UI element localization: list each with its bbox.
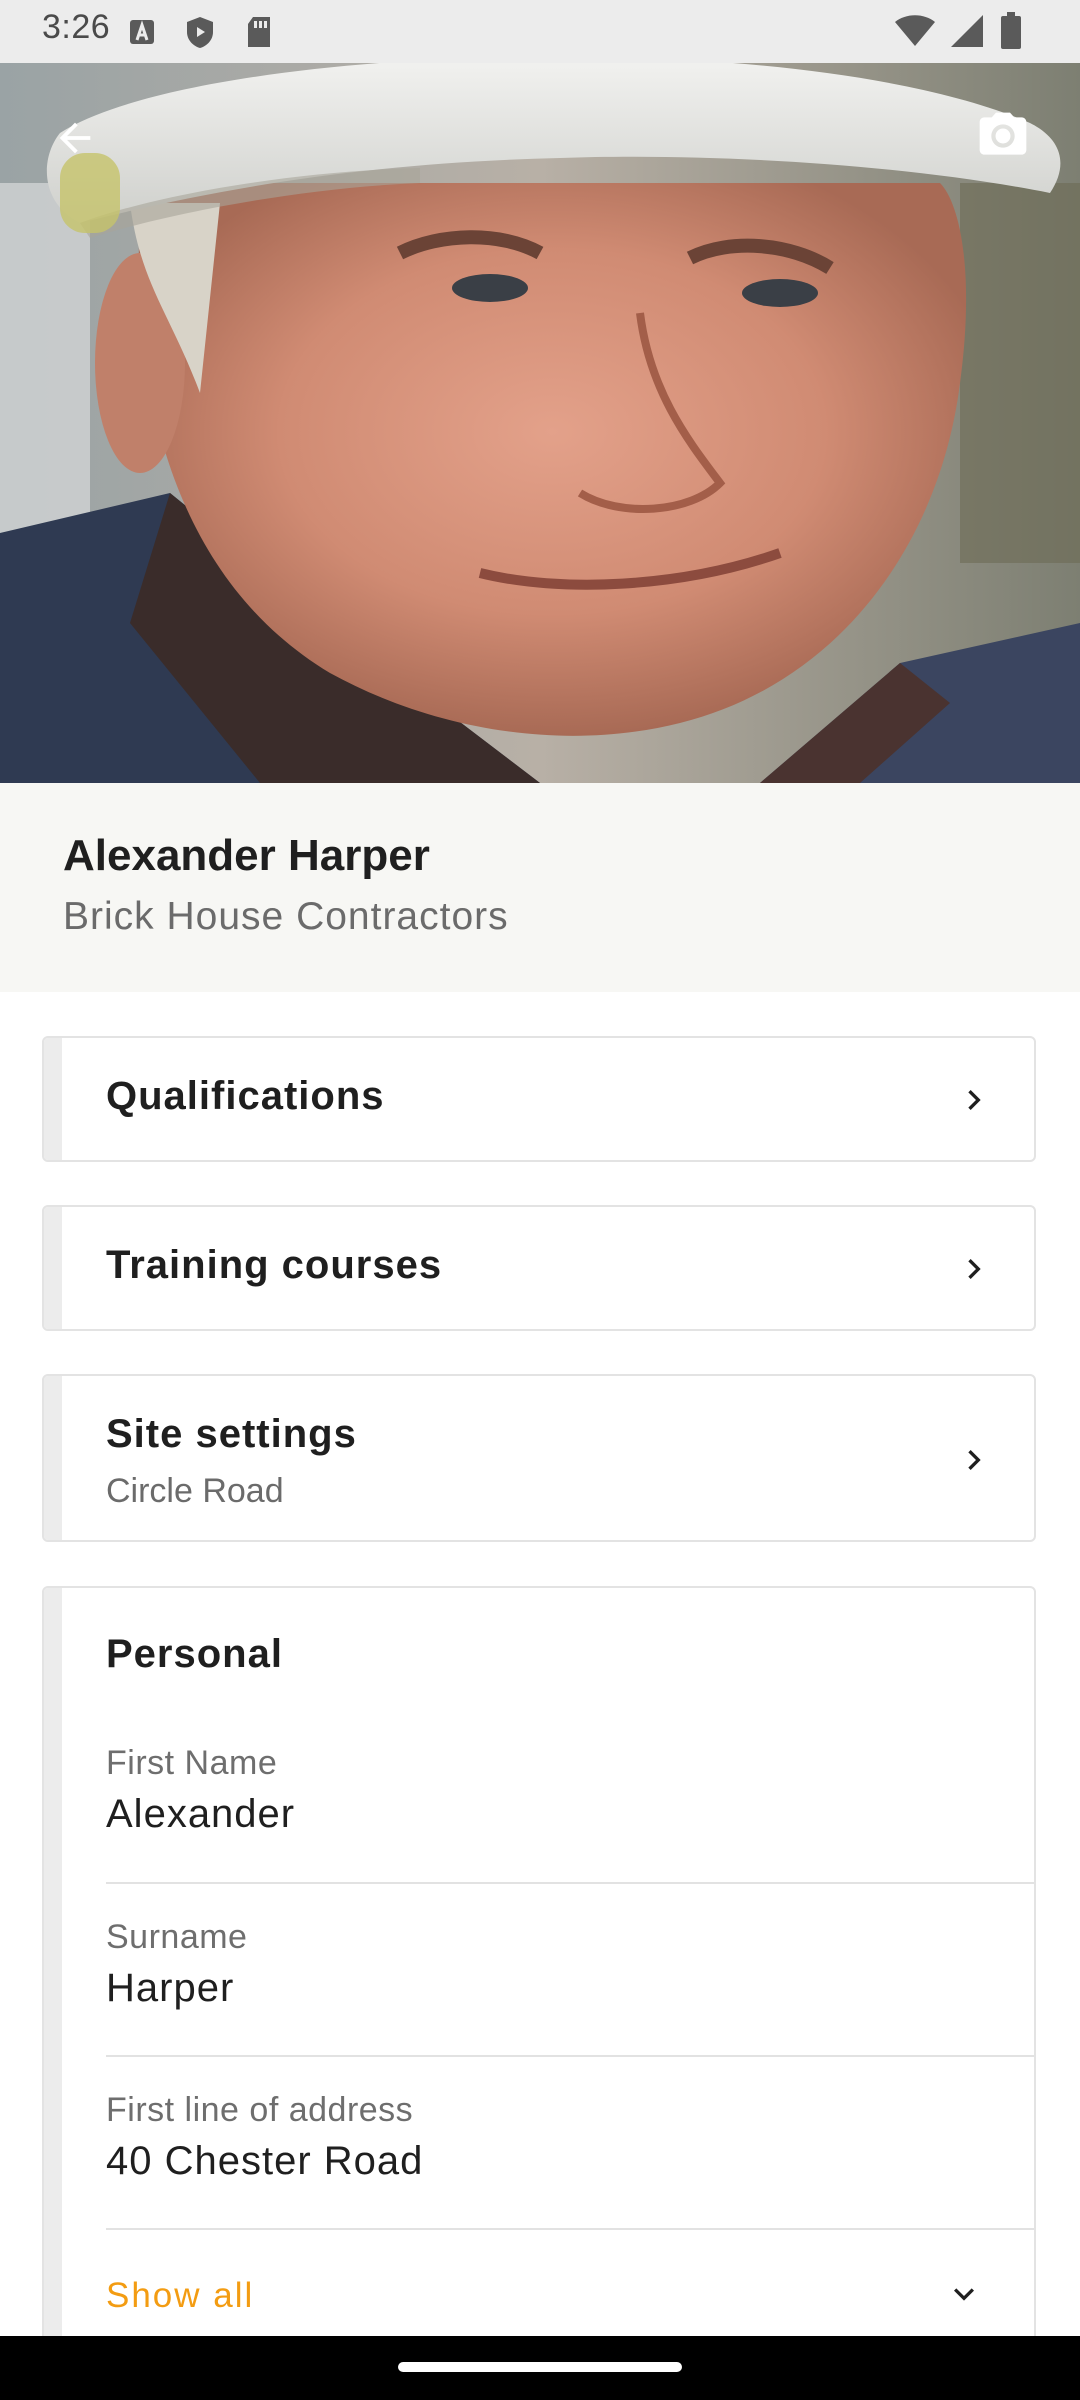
status-time: 3:26: [42, 8, 111, 46]
training-courses-label: Training courses: [106, 1243, 443, 1287]
site-settings-label: Site settings: [106, 1412, 357, 1456]
sd-card-icon: [248, 17, 270, 47]
first-name-label: First Name: [106, 1744, 278, 1782]
address-line-value: 40 Chester Road: [106, 2139, 424, 2183]
show-all-button[interactable]: Show all: [106, 2276, 254, 2316]
qualifications-card[interactable]: Qualifications: [42, 1036, 1036, 1162]
personal-card: Personal First Name Alexander Surname Ha…: [42, 1586, 1036, 2366]
a-icon: [130, 20, 154, 44]
status-right-icons: [860, 0, 1080, 63]
qualifications-label: Qualifications: [106, 1074, 385, 1118]
back-button[interactable]: [40, 103, 110, 173]
profile-company: Brick House Contractors: [63, 895, 509, 938]
personal-heading: Personal: [106, 1632, 283, 1676]
surname-value: Harper: [106, 1966, 235, 2010]
divider: [106, 1882, 1034, 1884]
first-name-value: Alexander: [106, 1792, 296, 1836]
shield-play-icon: [187, 17, 213, 48]
profile-header: Alexander Harper Brick House Contractors: [0, 783, 1080, 992]
site-settings-subtitle: Circle Road: [106, 1472, 284, 1510]
home-gesture-handle[interactable]: [398, 2362, 682, 2372]
chevron-right-icon: [968, 1450, 981, 1470]
site-settings-card[interactable]: Site settings Circle Road: [42, 1374, 1036, 1542]
address-line-label: First line of address: [106, 2091, 414, 2129]
divider: [106, 2055, 1034, 2057]
battery-icon: [1001, 12, 1021, 49]
surname-label: Surname: [106, 1918, 248, 1956]
profile-name: Alexander Harper: [63, 831, 430, 880]
camera-button[interactable]: [968, 101, 1038, 171]
cell-signal-icon: [951, 15, 983, 47]
arrow-back-icon: [59, 122, 91, 154]
chevron-right-icon: [968, 1090, 981, 1110]
chevron-down-icon[interactable]: [944, 2274, 984, 2314]
camera-icon: [979, 112, 1027, 155]
wifi-icon: [895, 15, 935, 46]
worker-portrait-image: [0, 63, 1080, 783]
chevron-right-icon: [968, 1259, 981, 1279]
status-bar: 3:26: [0, 0, 1080, 63]
navigation-bar: [0, 2336, 1080, 2400]
profile-photo: [0, 63, 1080, 783]
divider: [106, 2228, 1034, 2230]
training-courses-card[interactable]: Training courses: [42, 1205, 1036, 1331]
